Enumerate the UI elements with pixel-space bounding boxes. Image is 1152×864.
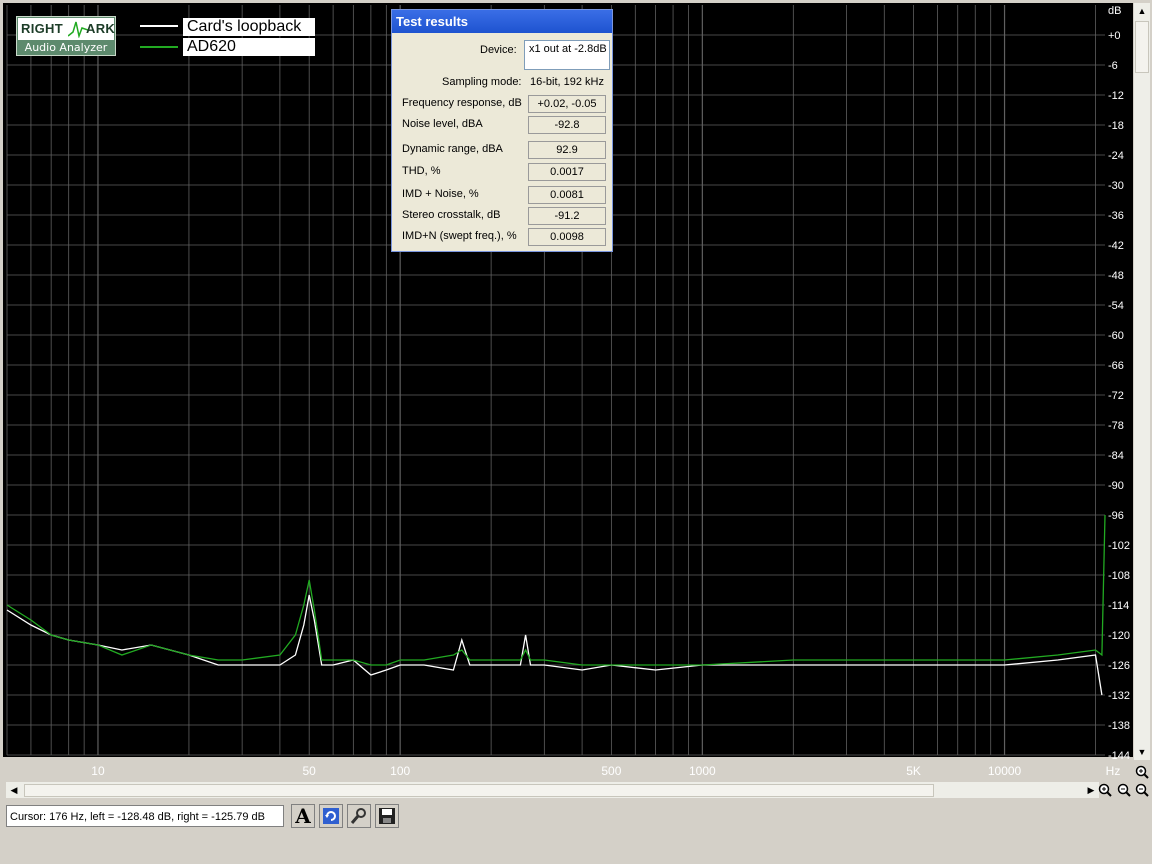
scroll-down-button[interactable]: ▼ (1134, 744, 1150, 760)
zoom-in-icon[interactable] (1097, 782, 1113, 798)
y-tick-label: -66 (1108, 360, 1124, 372)
horizontal-scrollbar[interactable]: ◀ ▶ (6, 782, 1099, 798)
result-row: THD, % 0.0017 (392, 163, 612, 181)
result-value: 0.0098 (528, 228, 606, 246)
y-tick-label: -114 (1108, 600, 1129, 612)
result-row: Stereo crosstalk, dB -91.2 (392, 207, 612, 225)
zoom-out-icon[interactable] (1116, 782, 1132, 798)
result-row: Frequency response, dB +0.02, -0.05 (392, 95, 612, 113)
y-tick-label: -72 (1108, 390, 1124, 402)
test-results-dialog[interactable]: Test results Device: x1 out at -2.8dB Sa… (391, 9, 613, 252)
font-icon[interactable]: A (291, 804, 315, 828)
x-tick-label: 50 (303, 764, 317, 778)
device-field[interactable]: x1 out at -2.8dB (524, 40, 610, 70)
result-label: Noise level, dBA (402, 118, 483, 130)
legend-swatch-loopback (140, 25, 178, 27)
result-label: Stereo crosstalk, dB (402, 209, 501, 221)
cursor-readout: Cursor: 176 Hz, left = -128.48 dB, right… (6, 805, 284, 827)
y-tick-label: -78 (1108, 420, 1124, 432)
settings-icon[interactable] (347, 804, 371, 828)
y-tick-label: -60 (1108, 330, 1124, 342)
sampling-label: Sampling mode: (442, 76, 522, 88)
y-tick-label: -144 (1108, 750, 1130, 762)
y-tick-label: -6 (1108, 60, 1118, 72)
y-tick-label: -102 (1108, 540, 1130, 552)
dialog-title[interactable]: Test results (392, 10, 612, 33)
x-tick-label: 5K (906, 764, 921, 778)
scroll-left-button[interactable]: ◀ (6, 782, 22, 798)
x-tick-label: 10000 (988, 764, 1022, 778)
y-tick-label: -138 (1108, 720, 1130, 732)
logo-top: RIGHT ARK (18, 18, 116, 40)
y-tick-label: -48 (1108, 270, 1124, 282)
result-value: 92.9 (528, 141, 606, 159)
y-tick-label: -84 (1108, 450, 1124, 462)
result-row: Dynamic range, dBA 92.9 (392, 141, 612, 159)
legend-label-ad620: AD620 (183, 38, 315, 56)
result-row: IMD + Noise, % 0.0081 (392, 186, 612, 204)
rightmark-logo: RIGHT ARK Audio Analyzer (16, 16, 116, 56)
logo-ark-text: ARK (86, 21, 116, 36)
zoom-out-icon[interactable] (1134, 782, 1150, 798)
x-tick-label: 10 (91, 764, 105, 778)
y-tick-label: -120 (1108, 630, 1130, 642)
result-label: IMD + Noise, % (402, 188, 479, 200)
result-label: Dynamic range, dBA (402, 143, 503, 155)
refresh-icon[interactable] (319, 804, 343, 828)
device-label: Device: (480, 44, 517, 56)
scroll-up-button[interactable]: ▲ (1134, 3, 1150, 19)
y-tick-label: -36 (1108, 210, 1124, 222)
y-tick-label: -126 (1108, 660, 1130, 672)
x-tick-label: 1000 (689, 764, 716, 778)
scroll-thumb-h[interactable] (24, 784, 934, 797)
y-tick-label: -96 (1108, 510, 1124, 522)
y-tick-label: -132 (1108, 690, 1130, 702)
save-icon[interactable] (375, 804, 399, 828)
x-tick-label: 100 (390, 764, 410, 778)
result-label: THD, % (402, 165, 441, 177)
result-value: -92.8 (528, 116, 606, 134)
result-row: Noise level, dBA -92.8 (392, 116, 612, 134)
result-value: 0.0081 (528, 186, 606, 204)
logo-subtitle: Audio Analyzer (24, 41, 108, 54)
y-axis-label: dB (1108, 5, 1121, 17)
y-tick-label: +0 (1108, 30, 1121, 42)
legend-swatch-ad620 (140, 46, 178, 48)
logo-right-text: RIGHT (21, 21, 63, 36)
y-tick-label: -108 (1108, 570, 1130, 582)
result-value: 0.0017 (528, 163, 606, 181)
zoom-in-icon[interactable] (1134, 764, 1150, 780)
result-label: Frequency response, dB (402, 97, 522, 109)
x-tick-label: 500 (601, 764, 621, 778)
y-tick-label: -30 (1108, 180, 1124, 192)
result-row: IMD+N (swept freq.), % 0.0098 (392, 228, 612, 246)
result-label: IMD+N (swept freq.), % (402, 230, 517, 242)
scroll-thumb-v[interactable] (1135, 21, 1149, 73)
y-tick-label: -42 (1108, 240, 1124, 252)
y-tick-label: -12 (1108, 90, 1124, 102)
result-value: +0.02, -0.05 (528, 95, 606, 113)
y-tick-label: -90 (1108, 480, 1124, 492)
y-tick-label: -18 (1108, 120, 1124, 132)
sampling-value: 16-bit, 192 kHz (530, 76, 604, 88)
analyzer-window: +0 -6 -12 -18 -24 -30 -36 -42 -48 -54 -60 -66 -72 -78… (0, 0, 1152, 864)
x-axis-label: Hz (1106, 764, 1121, 778)
vertical-scrollbar[interactable]: ▲ ▼ (1134, 3, 1150, 760)
legend-label-loopback: Card's loopback (183, 18, 315, 36)
logo-wave-icon (68, 21, 88, 38)
result-value: -91.2 (528, 207, 606, 225)
y-tick-label: -24 (1108, 150, 1124, 162)
y-tick-label: -54 (1108, 300, 1124, 312)
